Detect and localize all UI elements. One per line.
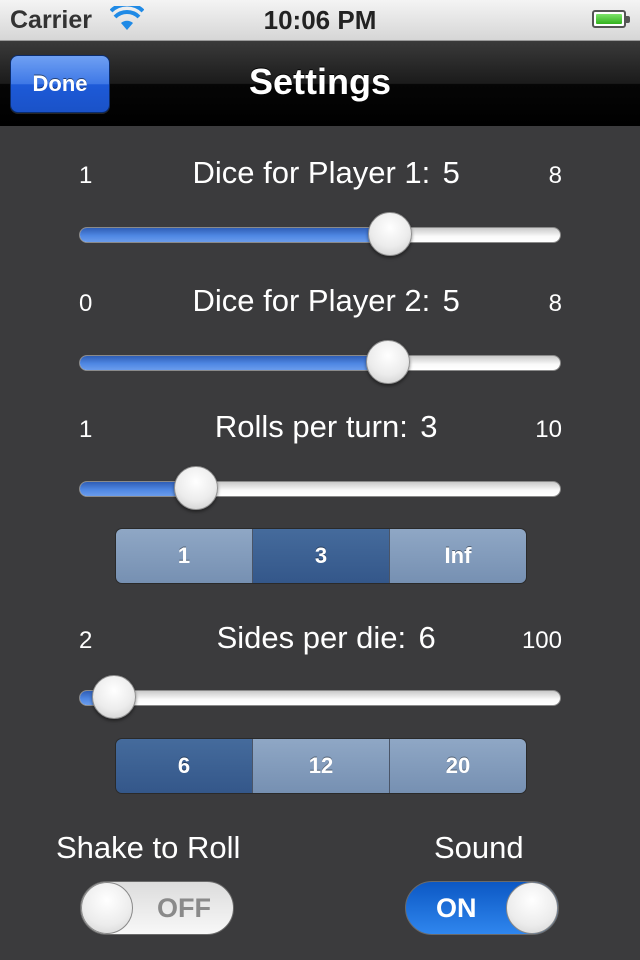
slider-rolls-value: 3 (420, 409, 438, 444)
dice-player1-slider[interactable] (79, 227, 561, 243)
sides-segmented-control: 6 12 20 (115, 738, 527, 794)
status-bar: Carrier 10:06 PM (0, 0, 640, 41)
shake-switch-knob (81, 882, 133, 934)
sound-switch-knob (506, 882, 558, 934)
sound-switch-state: ON (436, 893, 477, 923)
rolls-per-turn-slider-thumb[interactable] (174, 466, 219, 510)
segment-rolls-1[interactable]: 1 (116, 529, 253, 583)
slider-p2-value: 5 (442, 283, 460, 318)
dice-player2-slider[interactable] (79, 355, 561, 371)
slider-p1-max: 8 (548, 162, 562, 189)
segment-sides-12[interactable]: 12 (253, 739, 390, 793)
dice-player2-slider-thumb[interactable] (366, 340, 411, 384)
shake-to-roll-switch[interactable]: OFF (80, 881, 234, 935)
dice-player1-slider-thumb[interactable] (367, 212, 412, 256)
rolls-segmented-control: 1 3 Inf (115, 528, 527, 584)
slider-sides-value: 6 (418, 620, 436, 655)
segment-rolls-inf[interactable]: Inf (390, 529, 526, 583)
rolls-per-turn-slider[interactable] (79, 481, 561, 497)
segment-rolls-3[interactable]: 3 (253, 529, 390, 583)
slider-p1-value: 5 (442, 155, 460, 190)
navigation-bar: Settings Done (0, 41, 640, 126)
slider-rolls-max: 10 (535, 416, 562, 443)
sides-per-die-slider-thumb[interactable] (92, 675, 137, 719)
slider-sides-max: 100 (521, 627, 562, 654)
slider-p2-label: Dice for Player 2: 5 (192, 283, 460, 318)
slider-p1-label: Dice for Player 1: 5 (192, 155, 460, 190)
sides-per-die-slider[interactable] (79, 690, 561, 706)
sound-label: Sound (434, 830, 524, 865)
clock-time: 10:06 PM (263, 5, 377, 35)
segment-sides-20[interactable]: 20 (390, 739, 526, 793)
shake-switch-state: OFF (157, 893, 211, 923)
shake-to-roll-label: Shake to Roll (56, 830, 241, 865)
battery-icon (592, 10, 630, 28)
segment-sides-6[interactable]: 6 (116, 739, 253, 793)
sound-switch[interactable]: ON (405, 881, 559, 935)
slider-p2-max: 8 (548, 290, 562, 317)
done-button[interactable]: Done (10, 55, 110, 113)
